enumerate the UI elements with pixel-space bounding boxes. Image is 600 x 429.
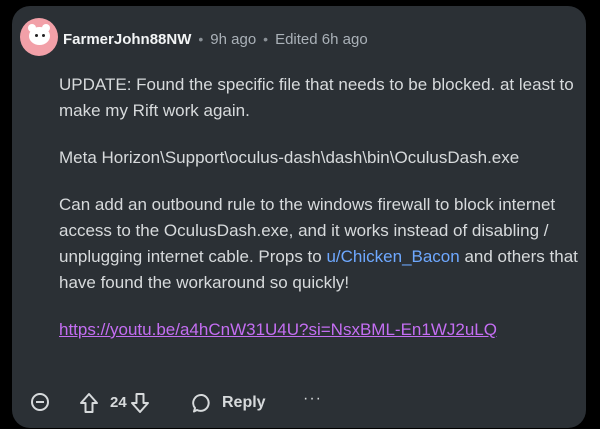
comment-meta: FarmerJohn88NW • 9h ago • Edited 6h ago (63, 29, 368, 49)
comment-paragraph: https://youtu.be/a4hCnW31U4U?si=NsxBML-E… (59, 317, 589, 343)
comment-card: FarmerJohn88NW • 9h ago • Edited 6h ago … (12, 6, 586, 428)
comment-paragraph: UPDATE: Found the specific file that nee… (59, 75, 574, 120)
user-mention-link[interactable]: u/Chicken_Bacon (326, 247, 459, 266)
comment-body: UPDATE: Found the specific file that nee… (59, 72, 589, 364)
vote-score: 24 (110, 394, 127, 411)
reply-button[interactable]: Reply (222, 394, 266, 412)
ellipsis-icon[interactable]: ··· (303, 390, 322, 408)
meta-separator: • (198, 31, 204, 47)
edited-time: Edited 6h ago (275, 30, 368, 48)
meta-separator: • (263, 31, 269, 47)
posted-time: 9h ago (210, 30, 257, 48)
avatar-eye-right (42, 34, 45, 37)
author-name[interactable]: FarmerJohn88NW (63, 31, 191, 48)
comment-paragraph: Meta Horizon\Support\oculus-dash\dash\bi… (59, 148, 520, 167)
arrow-down-icon[interactable] (130, 392, 150, 414)
arrow-up-icon[interactable] (79, 392, 99, 414)
snoo-avatar-icon[interactable] (20, 18, 58, 56)
avatar-eye-left (35, 34, 38, 37)
avatar-head (29, 27, 50, 45)
comment-paragraph: Can add an outbound rule to the windows … (59, 192, 589, 296)
youtube-link[interactable]: https://youtu.be/a4hCnW31U4U?si=NsxBML-E… (59, 320, 497, 339)
minus-circle-icon[interactable] (31, 393, 49, 411)
comment-actions: 24 Reply ··· (26, 390, 326, 416)
speech-bubble-icon[interactable] (192, 393, 212, 413)
